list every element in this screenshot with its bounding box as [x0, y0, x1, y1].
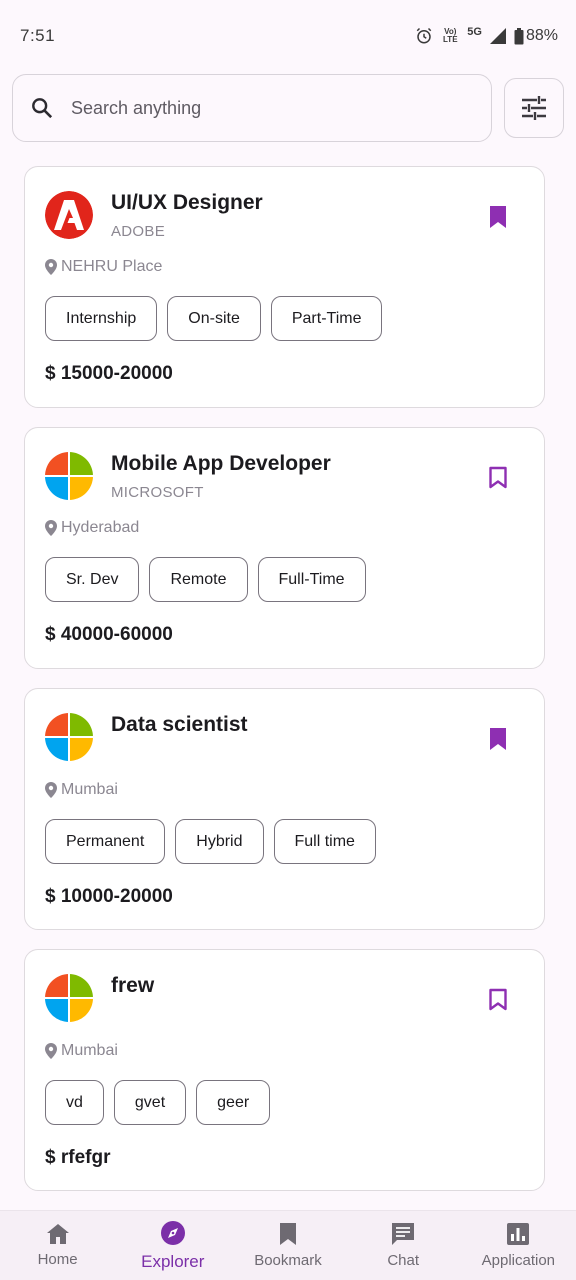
job-location: Hyderabad	[45, 519, 524, 537]
location-pin-icon	[45, 520, 57, 536]
compass-icon	[160, 1220, 185, 1245]
job-list: UI/UX Designer ADOBE NEHRU Place Interns…	[24, 166, 545, 1210]
job-card[interactable]: Data scientist Mumbai Permanent Hybrid F…	[24, 688, 545, 930]
nav-item-application[interactable]: Application	[463, 1222, 573, 1269]
microsoft-logo-icon	[45, 974, 93, 1022]
nav-label: Bookmark	[254, 1252, 322, 1269]
job-tag[interactable]: Hybrid	[175, 819, 264, 864]
search-bar[interactable]	[12, 74, 492, 142]
network-type: 5G	[467, 26, 482, 38]
job-title: UI/UX Designer	[111, 191, 263, 214]
job-title: Mobile App Developer	[111, 452, 331, 475]
job-tags: vd gvet geer	[45, 1080, 524, 1125]
nav-item-chat[interactable]: Chat	[348, 1222, 458, 1269]
filter-button[interactable]	[504, 78, 564, 138]
job-tag[interactable]: Remote	[149, 557, 248, 602]
job-tags: Sr. Dev Remote Full-Time	[45, 557, 524, 602]
bottom-navigation: Home Explorer Bookmark Chat Application	[0, 1210, 576, 1280]
company-name	[111, 745, 248, 763]
job-tag[interactable]: Part-Time	[270, 296, 383, 341]
job-salary: $ 10000-20000	[45, 886, 173, 907]
job-tag[interactable]: On-site	[167, 296, 261, 341]
search-input[interactable]	[71, 97, 451, 119]
status-time: 7:51	[20, 26, 56, 45]
nav-label: Chat	[387, 1252, 419, 1269]
job-tag[interactable]: Permanent	[45, 819, 166, 864]
job-salary: $ 15000-20000	[45, 363, 173, 384]
job-card[interactable]: Mobile App Developer MICROSOFT Hyderabad…	[24, 427, 545, 669]
job-tags: Permanent Hybrid Full time	[45, 819, 524, 864]
bookmark-icon	[279, 1223, 296, 1245]
search-row	[12, 74, 564, 142]
nav-label: Explorer	[141, 1251, 205, 1271]
job-card[interactable]: frew Mumbai vd gvet geer $ rfefgr	[24, 949, 545, 1191]
job-tag[interactable]: vd	[45, 1080, 104, 1125]
job-tag[interactable]: geer	[196, 1080, 271, 1125]
status-icons: Vo) LTE 5G 88%	[415, 26, 558, 45]
job-title: Data scientist	[111, 713, 248, 736]
job-tag[interactable]: Full-Time	[257, 557, 366, 602]
chat-icon	[392, 1223, 415, 1245]
company-name	[111, 1006, 154, 1024]
job-tag[interactable]: Internship	[45, 296, 158, 341]
job-tag[interactable]: Full time	[273, 819, 376, 864]
location-text: Mumbai	[61, 1042, 118, 1059]
job-location: Mumbai	[45, 781, 524, 799]
nav-item-home[interactable]: Home	[3, 1223, 113, 1268]
job-title: frew	[111, 974, 155, 997]
alarm-icon	[417, 27, 432, 44]
job-salary: $ rfefgr	[45, 1147, 111, 1168]
location-pin-icon	[45, 259, 57, 275]
bookmark-outline-icon[interactable]	[484, 986, 512, 1014]
bookmark-filled-icon[interactable]	[484, 725, 512, 753]
tune-icon	[522, 96, 546, 120]
home-icon	[46, 1224, 69, 1244]
job-tag[interactable]: Sr. Dev	[45, 557, 140, 602]
bar-chart-icon	[507, 1223, 530, 1245]
job-location: NEHRU Place	[45, 258, 524, 276]
nav-item-bookmark[interactable]: Bookmark	[233, 1222, 343, 1269]
location-text: Mumbai	[61, 781, 118, 798]
bookmark-filled-icon[interactable]	[484, 203, 512, 231]
job-card[interactable]: UI/UX Designer ADOBE NEHRU Place Interns…	[24, 166, 545, 408]
microsoft-logo-icon	[45, 452, 93, 500]
search-icon	[32, 98, 53, 119]
job-tag[interactable]: gvet	[113, 1080, 187, 1125]
job-salary: $ 40000-60000	[45, 624, 173, 645]
battery-icon	[514, 27, 524, 44]
job-location: Mumbai	[45, 1042, 524, 1060]
nav-label: Home	[37, 1251, 78, 1268]
company-name: MICROSOFT	[111, 484, 204, 501]
location-text: Hyderabad	[61, 519, 140, 536]
volte-label: Vo) LTE	[443, 27, 458, 44]
job-tags: Internship On-site Part-Time	[45, 296, 524, 341]
adobe-logo-icon	[45, 191, 93, 239]
bookmark-outline-icon[interactable]	[484, 464, 512, 492]
company-name: ADOBE	[111, 223, 166, 240]
microsoft-logo-icon	[45, 713, 93, 761]
location-text: NEHRU Place	[61, 258, 163, 275]
battery-level: 88%	[525, 27, 558, 44]
location-pin-icon	[45, 1043, 57, 1059]
nav-item-explorer[interactable]: Explorer	[118, 1220, 228, 1272]
status-bar: 7:51 Vo) LTE 5G 88%	[0, 0, 576, 72]
nav-label: Application	[481, 1252, 556, 1269]
location-pin-icon	[45, 782, 57, 798]
signal-icon	[489, 28, 506, 44]
